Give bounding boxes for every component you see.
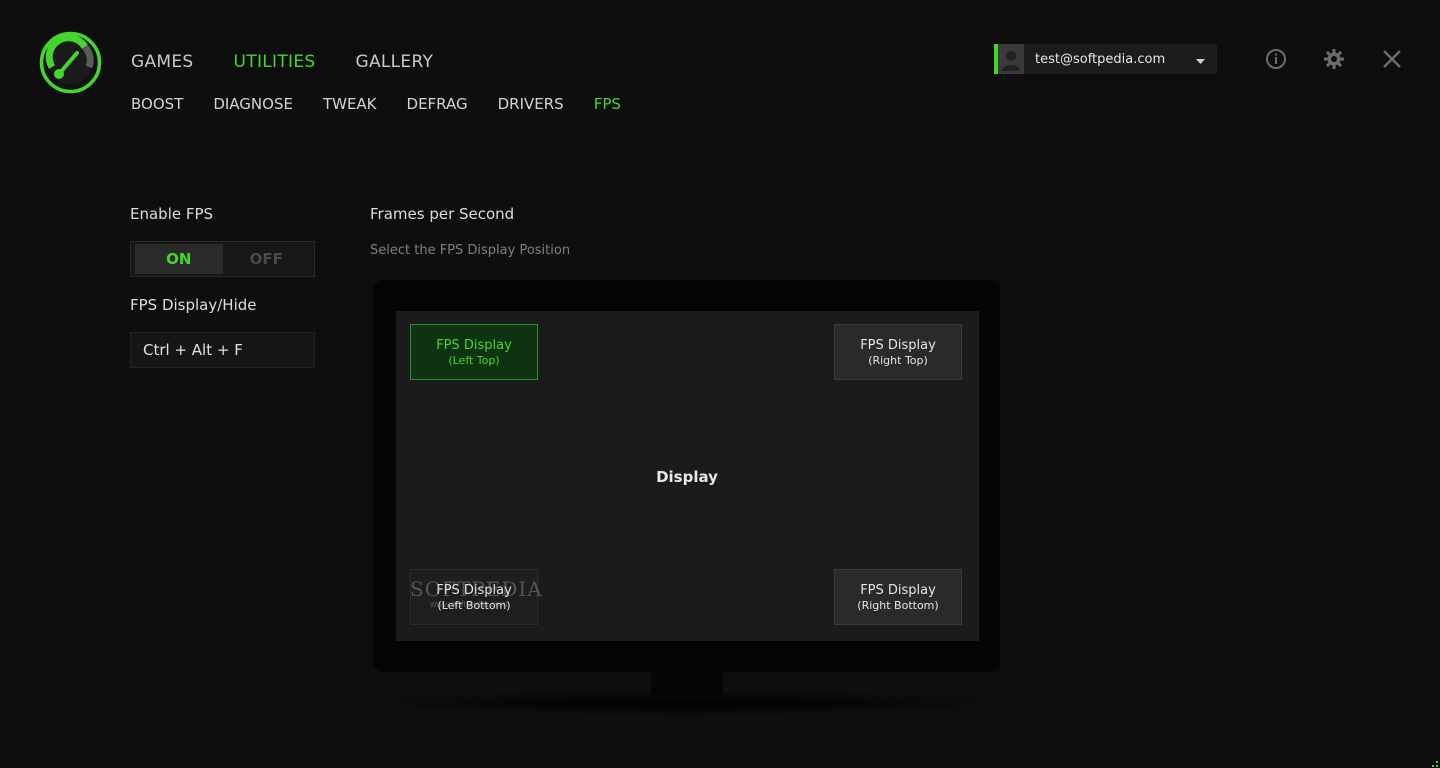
nav-gallery[interactable]: GALLERY [355,52,433,72]
position-title: FPS Display [860,582,936,598]
account-email: test@softpedia.com [1035,51,1166,67]
fps-panel-subtitle: Select the FPS Display Position [370,243,571,258]
app-logo-icon[interactable] [39,31,102,94]
gear-icon[interactable] [1323,48,1345,70]
close-icon[interactable] [1381,48,1403,70]
position-subtitle: (Right Bottom) [857,598,939,612]
resize-grip-icon[interactable] [1428,756,1438,767]
subnav-boost[interactable]: BOOST [131,95,183,113]
avatar [998,44,1024,74]
fps-position-right-bottom[interactable]: FPS Display (Right Bottom) [834,569,962,625]
fps-position-right-top[interactable]: FPS Display (Right Top) [834,324,962,380]
fps-position-left-top[interactable]: FPS Display (Left Top) [410,324,538,380]
enable-fps-toggle[interactable]: ON OFF [130,241,315,277]
position-title: FPS Display [436,337,512,353]
position-subtitle: (Left Bottom) [437,598,511,612]
account-dropdown[interactable]: test@softpedia.com [994,44,1217,74]
position-title: FPS Display [860,337,936,353]
nav-utilities[interactable]: UTILITIES [234,52,316,72]
position-title: FPS Display [436,582,512,598]
subnav-tweak[interactable]: TWEAK [323,95,377,113]
subnav-defrag[interactable]: DEFRAG [407,95,468,113]
subnav-drivers[interactable]: DRIVERS [498,95,564,113]
info-icon[interactable] [1265,48,1287,70]
app-window: GAMES UTILITIES GALLERY BOOST DIAGNOSE T… [0,0,1440,768]
monitor-stand [651,672,723,696]
fps-hotkey-label: FPS Display/Hide [130,296,257,314]
position-subtitle: (Left Top) [448,353,500,367]
fps-hotkey-field[interactable]: Ctrl + Alt + F [130,332,315,368]
fps-panel-title: Frames per Second [370,205,515,223]
main-nav: GAMES UTILITIES GALLERY [131,52,473,72]
enable-fps-label: Enable FPS [130,205,214,223]
fps-position-left-bottom[interactable]: FPS Display (Left Bottom) [410,569,538,625]
display-label: Display [656,468,718,486]
nav-games[interactable]: GAMES [131,52,194,72]
subnav-diagnose[interactable]: DIAGNOSE [213,95,293,113]
subnav-fps[interactable]: FPS [594,95,621,113]
toggle-on-option[interactable]: ON [135,244,223,274]
chevron-down-icon [1196,50,1205,69]
toggle-off-option[interactable]: OFF [223,244,311,274]
position-subtitle: (Right Top) [868,353,928,367]
sub-nav: BOOST DIAGNOSE TWEAK DEFRAG DRIVERS FPS [131,95,651,113]
